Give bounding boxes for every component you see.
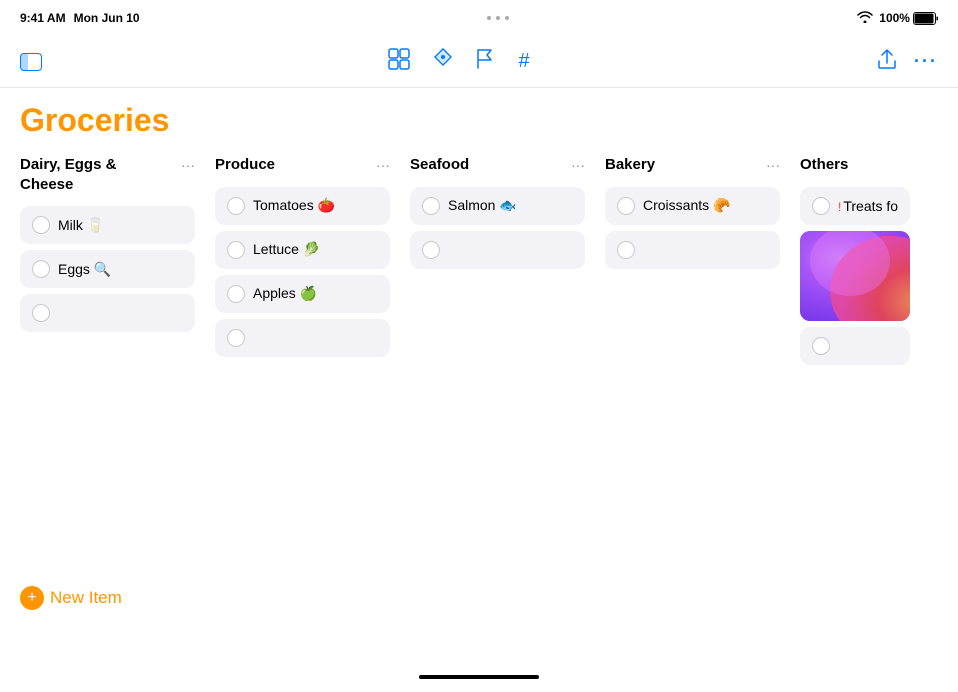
column-header-others: Others [800,155,910,175]
item-text: Tomatoes 🍅 [253,197,335,214]
more-options-icon[interactable]: ··· [914,51,938,72]
columns-container: Dairy, Eggs & Cheese ··· Milk 🥛 Eggs 🔍 P… [20,155,938,659]
list-item[interactable]: Salmon 🐟 [410,187,585,225]
item-text: Apples 🍏 [253,285,317,302]
list-item[interactable]: !Treats for [800,187,910,225]
checkbox[interactable] [32,216,50,234]
new-item-plus-icon: + [20,586,44,610]
main-content: Groceries Dairy, Eggs & Cheese ··· Milk … [0,88,958,662]
checkbox[interactable] [32,260,50,278]
flag-icon[interactable] [476,48,494,76]
column-header-bakery: Bakery ··· [605,155,780,175]
column-bakery: Bakery ··· Croissants 🥐 [605,155,800,659]
status-left: 9:41 AM Mon Jun 10 [20,11,140,25]
column-title-produce: Produce [215,155,275,175]
checkbox[interactable] [32,304,50,322]
checkbox[interactable] [227,329,245,347]
status-date: Mon Jun 10 [74,11,140,25]
item-text: Eggs 🔍 [58,261,111,278]
column-menu-produce[interactable]: ··· [376,155,390,173]
list-item[interactable]: Apples 🍏 [215,275,390,313]
location-icon[interactable] [434,48,452,76]
status-bar: 9:41 AM Mon Jun 10 100% [0,0,958,36]
column-header-produce: Produce ··· [215,155,390,175]
column-header-seafood: Seafood ··· [410,155,585,175]
item-text: Salmon 🐟 [448,197,517,214]
column-seafood: Seafood ··· Salmon 🐟 [410,155,605,659]
column-title-seafood: Seafood [410,155,469,175]
status-center [487,16,509,20]
share-icon[interactable] [876,48,898,75]
list-item[interactable]: Tomatoes 🍅 [215,187,390,225]
page-title: Groceries [20,88,938,155]
item-text: Lettuce 🥬 [253,241,320,258]
item-text: Croissants 🥐 [643,197,730,214]
status-right: 100% [857,11,938,26]
column-title-others: Others [800,155,848,175]
list-item-empty[interactable] [215,319,390,357]
checkbox[interactable] [422,241,440,259]
list-item-empty[interactable] [410,231,585,269]
column-title-dairy: Dairy, Eggs & Cheese [20,155,170,194]
sidebar-toggle-button[interactable] [20,53,42,71]
list-item[interactable]: Lettuce 🥬 [215,231,390,269]
checkbox[interactable] [617,241,635,259]
list-item[interactable]: Eggs 🔍 [20,250,195,288]
column-produce: Produce ··· Tomatoes 🍅 Lettuce 🥬 Apples … [215,155,410,659]
checkbox[interactable] [227,285,245,303]
column-header-dairy: Dairy, Eggs & Cheese ··· [20,155,195,194]
column-menu-bakery[interactable]: ··· [766,155,780,173]
list-item[interactable]: Milk 🥛 [20,206,195,244]
status-time: 9:41 AM [20,11,66,25]
item-text: !Treats for [838,198,898,214]
column-menu-seafood[interactable]: ··· [571,155,585,173]
list-item-empty[interactable] [20,294,195,332]
column-menu-dairy[interactable]: ··· [181,155,195,173]
toolbar-left [20,53,42,71]
wifi-icon [857,11,873,26]
list-item-empty[interactable] [800,327,910,365]
battery-status: 100% [879,11,938,25]
list-item[interactable]: Croissants 🥐 [605,187,780,225]
new-item-button[interactable]: + New Item [20,582,122,614]
grid-icon[interactable] [388,48,410,76]
item-text: Milk 🥛 [58,217,104,234]
image-card [800,231,910,321]
checkbox[interactable] [422,197,440,215]
home-indicator [419,675,539,679]
hashtag-icon[interactable]: # [518,50,529,73]
new-item-label: New Item [50,588,122,608]
checkbox[interactable] [812,337,830,355]
column-others: Others !Treats for [800,155,930,659]
checkbox[interactable] [227,241,245,259]
toolbar-center: # [388,48,529,76]
list-item-empty[interactable] [605,231,780,269]
checkbox[interactable] [617,197,635,215]
checkbox[interactable] [227,197,245,215]
bottom-bar [0,662,958,692]
column-title-bakery: Bakery [605,155,655,175]
toolbar-right: ··· [876,48,938,75]
toolbar: # ··· [0,36,958,88]
checkbox[interactable] [812,197,830,215]
